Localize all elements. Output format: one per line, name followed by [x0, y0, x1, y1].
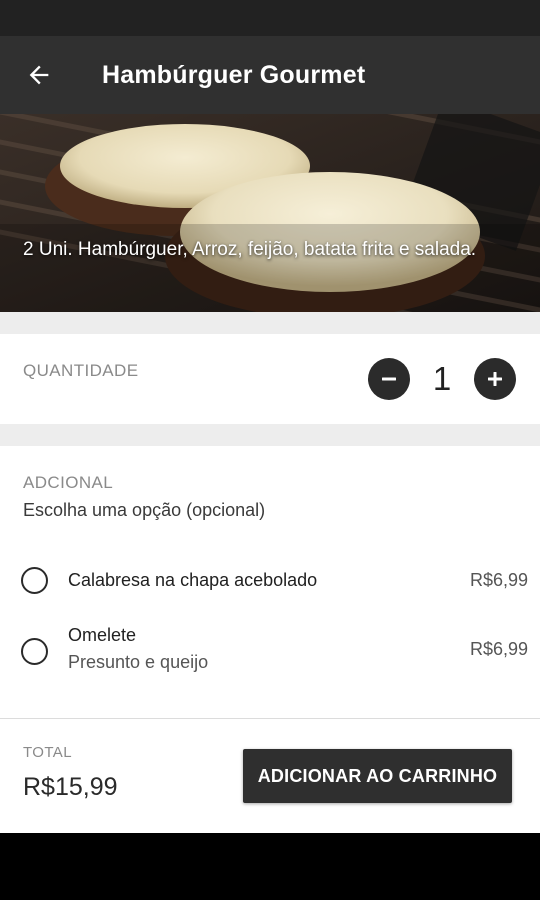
option-price: R$6,99: [469, 639, 528, 659]
increment-button[interactable]: [474, 358, 516, 400]
add-to-cart-button[interactable]: ADICIONAR AO CARRINHO: [243, 749, 512, 803]
minus-circle-icon: [382, 377, 396, 381]
quantity-stepper: 1: [368, 358, 516, 400]
checkout-bar: TOTAL R$15,99 ADICIONAR AO CARRINHO: [0, 718, 540, 833]
addon-subtitle: Escolha uma opção (opcional): [23, 500, 266, 520]
radio-button[interactable]: [21, 638, 48, 665]
addon-section: ADCIONAL Escolha uma opção (opcional) Ca…: [0, 446, 540, 718]
addon-title: ADCIONAL: [23, 473, 114, 492]
decrement-button[interactable]: [368, 358, 410, 400]
page-title: Hambúrguer Gourmet: [102, 60, 366, 89]
option-price: R$6,99: [469, 570, 528, 590]
status-bar: [0, 0, 540, 36]
product-image: 2 Uni. Hambúrguer, Arroz, feijão, batata…: [0, 114, 540, 312]
burger-photo: [0, 114, 540, 312]
option-name: Calabresa na chapa acebolado: [68, 570, 318, 590]
total-label: TOTAL: [23, 744, 72, 761]
arrow-left-icon: [29, 65, 49, 85]
scroll-content[interactable]: QUANTIDADE 1 ADCIONAL Escolha uma opção …: [0, 312, 540, 718]
quantity-label: QUANTIDADE: [23, 361, 139, 380]
option-name: Omelete: [68, 625, 137, 645]
addon-option-partial[interactable]: [0, 692, 540, 718]
radio-button[interactable]: [21, 567, 48, 594]
plus-circle-icon: [488, 372, 502, 386]
option-description: Presunto e queijo: [68, 652, 209, 672]
total-value: R$15,99: [23, 773, 118, 801]
product-description: 2 Uni. Hambúrguer, Arroz, feijão, batata…: [23, 239, 477, 260]
addon-option[interactable]: Calabresa na chapa acebolado R$6,99: [0, 551, 540, 611]
quantity-value: 1: [432, 360, 452, 397]
back-button[interactable]: [0, 36, 82, 114]
system-nav-bar: [0, 833, 540, 900]
quantity-section: QUANTIDADE 1: [0, 334, 540, 424]
app-bar: Hambúrguer Gourmet: [0, 36, 540, 114]
addon-option[interactable]: Omelete Presunto e queijo R$6,99: [0, 622, 540, 682]
